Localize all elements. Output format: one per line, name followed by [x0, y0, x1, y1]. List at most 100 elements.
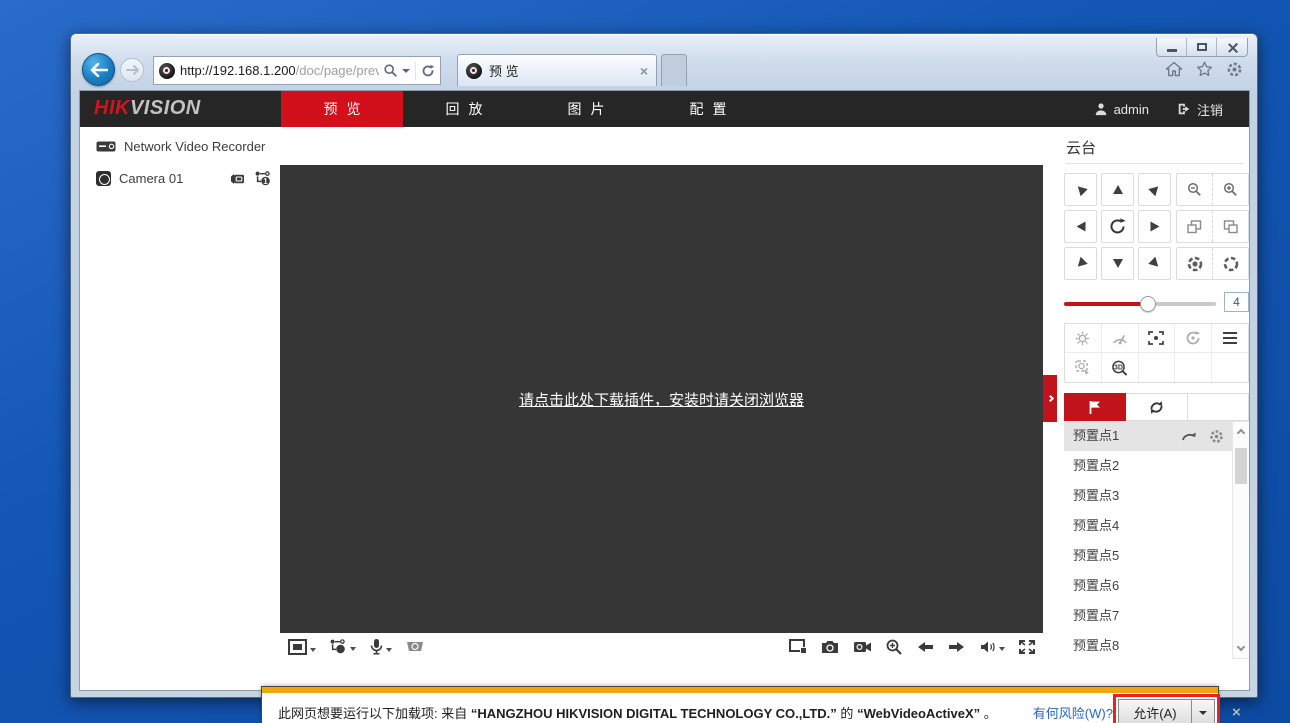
camera-name: Camera 01 [119, 171, 220, 186]
focus-control [1176, 210, 1249, 243]
new-tab-button[interactable] [661, 54, 687, 86]
stream-select-button[interactable] [330, 639, 356, 654]
panel-collapse-handle[interactable] [1043, 375, 1057, 422]
window-division-button[interactable] [288, 639, 316, 655]
device-list-item[interactable]: Network Video Recorder [96, 139, 265, 154]
preset-label: 预置点3 [1073, 488, 1119, 503]
scroll-up-icon[interactable] [1237, 429, 1245, 437]
zoom-out-button[interactable] [1177, 174, 1213, 205]
ptz-auto-scan-button[interactable] [1101, 210, 1134, 243]
divider [415, 62, 416, 80]
ptz-down-right-button[interactable] [1138, 247, 1171, 280]
risk-info-link[interactable]: 有何风险(W)? [1033, 703, 1113, 722]
refresh-icon[interactable] [421, 64, 435, 78]
ptz-panel: 云台 [1058, 127, 1250, 691]
manual-tracking-button[interactable] [1065, 353, 1102, 382]
address-bar[interactable]: http://192.168.1.200/doc/page/preview [153, 56, 441, 85]
ptz-down-left-button[interactable] [1064, 247, 1097, 280]
volume-button[interactable] [980, 640, 1005, 654]
stop-all-live-icon[interactable] [789, 639, 807, 654]
iris-close-button[interactable] [1177, 248, 1213, 279]
tab-close-button[interactable]: × [640, 63, 648, 79]
ptz-right-button[interactable] [1138, 210, 1171, 243]
logout-button[interactable]: 注销 [1177, 100, 1223, 119]
preset-item[interactable]: 预置点6 [1064, 571, 1232, 601]
preset-item[interactable]: 预置点2 [1064, 451, 1232, 481]
ptz-lens-controls [1176, 173, 1249, 284]
auxiliary-focus-button[interactable] [1139, 324, 1176, 352]
allow-button-highlight: 允许(A) [1113, 694, 1220, 723]
preset-item[interactable]: 预置点3 [1064, 481, 1232, 511]
forward-button[interactable] [120, 58, 144, 82]
ptz-left-button[interactable] [1064, 210, 1097, 243]
home-icon[interactable] [1165, 61, 1183, 77]
zoom-3d-button[interactable]: 3D [1102, 353, 1139, 382]
allow-button[interactable]: 允许(A) [1118, 699, 1192, 723]
publisher-name: “HANGZHOU HIKVISION DIGITAL TECHNOLOGY C… [471, 706, 837, 721]
capture-icon[interactable] [821, 640, 839, 654]
patrol-icon [1148, 400, 1165, 415]
tools-gear-icon[interactable] [1226, 61, 1243, 78]
start-live-view-icon[interactable] [228, 172, 247, 186]
stream-type-icon[interactable]: 1 [255, 171, 272, 186]
tab-playback[interactable]: 回放 [403, 91, 525, 127]
tab-configuration[interactable]: 配置 [647, 91, 769, 127]
voice-talk-button[interactable] [406, 640, 424, 653]
camera-list-item[interactable]: Camera 01 1 [96, 171, 272, 186]
next-icon[interactable] [948, 641, 966, 653]
search-dropdown-icon[interactable] [402, 69, 410, 73]
light-button[interactable] [1065, 324, 1102, 352]
preset-item[interactable]: 预置点1 [1064, 421, 1232, 451]
ptz-up-right-button[interactable] [1138, 173, 1171, 206]
preset-item[interactable]: 预置点7 [1064, 601, 1232, 631]
maximize-button[interactable] [1187, 38, 1217, 56]
preset-label: 预置点4 [1073, 518, 1119, 533]
notification-close-button[interactable]: × [1232, 704, 1241, 721]
two-way-audio-button[interactable] [370, 638, 392, 655]
preset-item[interactable]: 预置点5 [1064, 541, 1232, 571]
preset-item[interactable]: 预置点8 [1064, 631, 1232, 661]
close-button[interactable] [1217, 38, 1247, 56]
allow-dropdown-button[interactable] [1192, 699, 1215, 723]
ptz-menu-button[interactable] [1212, 324, 1248, 352]
ptz-function-grid: 3D [1064, 323, 1249, 383]
focus-far-button[interactable] [1177, 211, 1213, 242]
focus-near-button[interactable] [1213, 211, 1248, 242]
call-preset-icon[interactable] [1181, 430, 1197, 442]
lens-init-button[interactable] [1175, 324, 1212, 352]
previous-icon[interactable] [916, 641, 934, 653]
tab-presets[interactable] [1064, 393, 1126, 421]
preset-item[interactable]: 预置点4 [1064, 511, 1232, 541]
hikvision-logo: HIKVISION [94, 97, 201, 120]
back-button[interactable] [82, 53, 115, 86]
scroll-down-icon[interactable] [1237, 643, 1245, 651]
back-arrow-icon [90, 63, 108, 77]
tab-pattern[interactable] [1188, 393, 1249, 421]
preset-scrollbar[interactable] [1232, 421, 1250, 659]
ptz-up-button[interactable] [1101, 173, 1134, 206]
ptz-down-button[interactable] [1101, 247, 1134, 280]
search-icon[interactable] [384, 64, 397, 77]
minimize-button[interactable] [1157, 38, 1187, 56]
ptz-up-left-button[interactable] [1064, 173, 1097, 206]
fullscreen-icon[interactable] [1019, 640, 1035, 654]
address-bar-icons [384, 62, 435, 80]
browser-tab[interactable]: 预 览 × [457, 54, 657, 86]
wiper-button[interactable] [1102, 324, 1139, 352]
toolbar-right-group [789, 639, 1035, 655]
record-icon[interactable] [853, 640, 872, 654]
favorites-star-icon[interactable] [1196, 61, 1213, 77]
download-plugin-link[interactable]: 请点击此处下载插件，安装时请关闭浏览器 [519, 389, 804, 410]
tab-patrol[interactable] [1126, 393, 1187, 421]
digital-zoom-icon[interactable] [886, 639, 902, 655]
ptz-speed-value[interactable]: 4 [1224, 292, 1249, 312]
zoom-in-button[interactable] [1213, 174, 1248, 205]
preset-label: 预置点2 [1073, 458, 1119, 473]
ptz-speed-slider[interactable] [1064, 295, 1216, 313]
slider-handle[interactable] [1140, 296, 1156, 312]
tab-picture[interactable]: 图片 [525, 91, 647, 127]
set-preset-gear-icon[interactable] [1209, 429, 1224, 444]
tab-preview[interactable]: 预览 [281, 91, 403, 127]
scrollbar-thumb[interactable] [1235, 448, 1247, 484]
iris-open-button[interactable] [1213, 248, 1248, 279]
